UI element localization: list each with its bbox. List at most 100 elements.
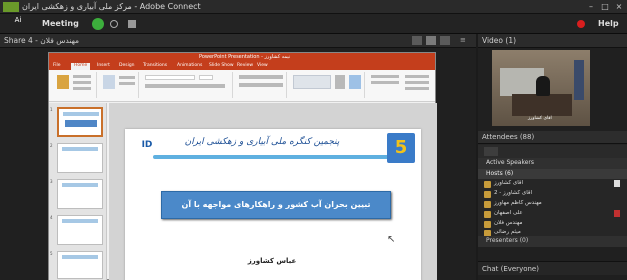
paste-icon[interactable]: [57, 75, 69, 89]
video-desk: [512, 94, 572, 116]
share-pod-title: Share 4 - مهندس فلان: [4, 36, 80, 45]
slide-header-title: پنجمین کنگره ملی آبیاری و زهکشی ایران: [184, 137, 340, 147]
attendee-row[interactable]: اقای کشاورز: [478, 179, 627, 189]
status-icon: [614, 210, 620, 217]
ribbon-group-editing: [367, 72, 433, 98]
replace-icon[interactable]: [405, 81, 429, 84]
fullscreen-icon[interactable]: [426, 36, 436, 45]
ppt-tab-slideshow[interactable]: Slide Show: [209, 63, 234, 68]
ribbon-group-slides: [99, 72, 139, 98]
attendees-toolbar: [478, 145, 627, 158]
attendee-name: میثم رضائی: [494, 229, 521, 235]
arrange-icon[interactable]: [335, 75, 345, 89]
video-speaker: [536, 76, 550, 96]
presenters-group[interactable]: Presenters (0): [478, 236, 627, 247]
minimize-button[interactable]: –: [585, 3, 597, 11]
menu-help[interactable]: Help: [598, 19, 619, 28]
attendees-pod: Attendees (88) Active Speakers Hosts (6)…: [478, 131, 627, 247]
ppt-tab-transitions[interactable]: Transitions: [143, 63, 167, 68]
ppt-ribbon-tabs: File Home Insert Design Transitions Anim…: [49, 62, 435, 70]
ribbon-group-paragraph: [235, 72, 287, 98]
attendee-name: مهندس کاظم مهاورز: [494, 200, 542, 206]
video-flag: [574, 60, 584, 100]
font-format-icons[interactable]: [145, 84, 225, 88]
ppt-tab-insert[interactable]: Insert: [97, 63, 110, 68]
chat-message-area[interactable]: [478, 275, 627, 280]
attendee-row[interactable]: اقای کشاورز - 2: [478, 189, 627, 199]
close-button[interactable]: ×: [613, 3, 625, 11]
slide-thumbnail[interactable]: [57, 251, 103, 279]
ppt-titlebar: PowerPoint Presentation - نیمه کشاورز: [49, 53, 435, 62]
menu-meeting[interactable]: Meeting: [42, 19, 79, 28]
ribbon-group-drawing: [289, 72, 365, 98]
ppt-tab-animations[interactable]: Animations: [177, 63, 202, 68]
host-icon: [484, 191, 491, 198]
recording-indicator-icon[interactable]: [577, 20, 585, 28]
quick-styles-icon[interactable]: [349, 75, 361, 89]
app-icon: [3, 2, 19, 12]
cut-icon[interactable]: [73, 75, 91, 78]
host-icon: [484, 221, 491, 228]
slide-thumbnail[interactable]: [57, 215, 103, 245]
thumb-number: 4: [50, 215, 53, 220]
slide-thumbnail[interactable]: [57, 143, 103, 173]
attendees-header: Attendees (88): [478, 131, 627, 144]
ppt-ribbon: [49, 70, 435, 102]
hosts-group[interactable]: Hosts (6): [478, 169, 627, 179]
new-slide-icon[interactable]: [103, 75, 115, 89]
font-size-field[interactable]: [199, 75, 213, 80]
window-titlebar: مرکز ملی آبیاری و زهکشی ایران - Adobe Co…: [0, 0, 627, 14]
chat-pod-title: Chat (Everyone): [482, 265, 539, 273]
ppt-window-title: PowerPoint Presentation - نیمه کشاورز: [199, 54, 291, 60]
powerpoint-window: PowerPoint Presentation - نیمه کشاورز Fi…: [48, 52, 437, 280]
congress-number: 5: [394, 137, 408, 158]
copy-icon[interactable]: [73, 81, 91, 84]
ppt-tab-design[interactable]: Design: [119, 63, 135, 68]
slide-thumbnail[interactable]: [57, 107, 103, 137]
font-name-field[interactable]: [145, 75, 195, 80]
grid-icon[interactable]: [440, 36, 450, 45]
video-caption: اقای کشاورز: [528, 116, 552, 121]
video-feed[interactable]: اقای کشاورز: [492, 50, 590, 126]
fit-icon[interactable]: [412, 36, 422, 45]
current-slide[interactable]: ID پنجمین کنگره ملی آبیاری و زهکشی ایران…: [125, 129, 421, 280]
share-pod-header: Share 4 - مهندس فلان ≡: [0, 34, 476, 48]
thumb-number: 3: [50, 179, 53, 184]
thumb-number: 2: [50, 143, 53, 148]
video-pod: Video (1) اقای کشاورز: [478, 34, 627, 131]
maximize-button[interactable]: □: [599, 3, 611, 11]
find-icon[interactable]: [405, 75, 429, 78]
list-icons[interactable]: [239, 75, 283, 79]
shape-fill-icon[interactable]: [371, 75, 399, 78]
ppt-tab-view[interactable]: View: [257, 63, 268, 68]
pod-menu-icon[interactable]: ≡: [460, 36, 470, 45]
slide-thumbnail[interactable]: [57, 179, 103, 209]
shape-outline-icon[interactable]: [371, 81, 399, 84]
attendee-row[interactable]: علی اصفهان: [478, 209, 627, 219]
align-icons[interactable]: [239, 83, 283, 87]
chat-pod: Chat (Everyone): [478, 261, 627, 280]
speaker-icon[interactable]: [110, 20, 118, 28]
presenters-group-label: Presenters (0): [486, 237, 529, 244]
thumb-number: 1: [50, 107, 53, 112]
camera-icon[interactable]: [128, 20, 136, 28]
select-icon[interactable]: [405, 87, 429, 90]
status-icon[interactable]: [92, 18, 104, 30]
slide-editor-area: ID پنجمین کنگره ملی آبیاری و زهکشی ایران…: [109, 103, 437, 280]
ppt-tab-review[interactable]: Review: [237, 63, 253, 68]
format-painter-icon[interactable]: [73, 87, 91, 90]
video-pod-header: Video (1): [478, 34, 627, 48]
attendee-row[interactable]: مهندس کاظم مهاورز: [478, 199, 627, 209]
id-logo: ID: [141, 140, 153, 150]
ppt-tab-home[interactable]: Home: [71, 63, 91, 70]
reset-icon[interactable]: [119, 82, 135, 85]
mouse-cursor-icon: ↖: [387, 234, 396, 245]
attendee-view-icon[interactable]: [484, 147, 498, 156]
shapes-gallery-icon[interactable]: [293, 75, 331, 89]
ppt-tab-file[interactable]: File: [53, 63, 61, 68]
layout-icon[interactable]: [119, 76, 135, 79]
slide-title-box[interactable]: تبیین بحران آب کشور و راهکارهای مواجهه ب…: [161, 191, 391, 219]
host-icon: [484, 201, 491, 208]
host-icon: [484, 211, 491, 218]
active-speakers-label: Active Speakers: [486, 159, 534, 166]
